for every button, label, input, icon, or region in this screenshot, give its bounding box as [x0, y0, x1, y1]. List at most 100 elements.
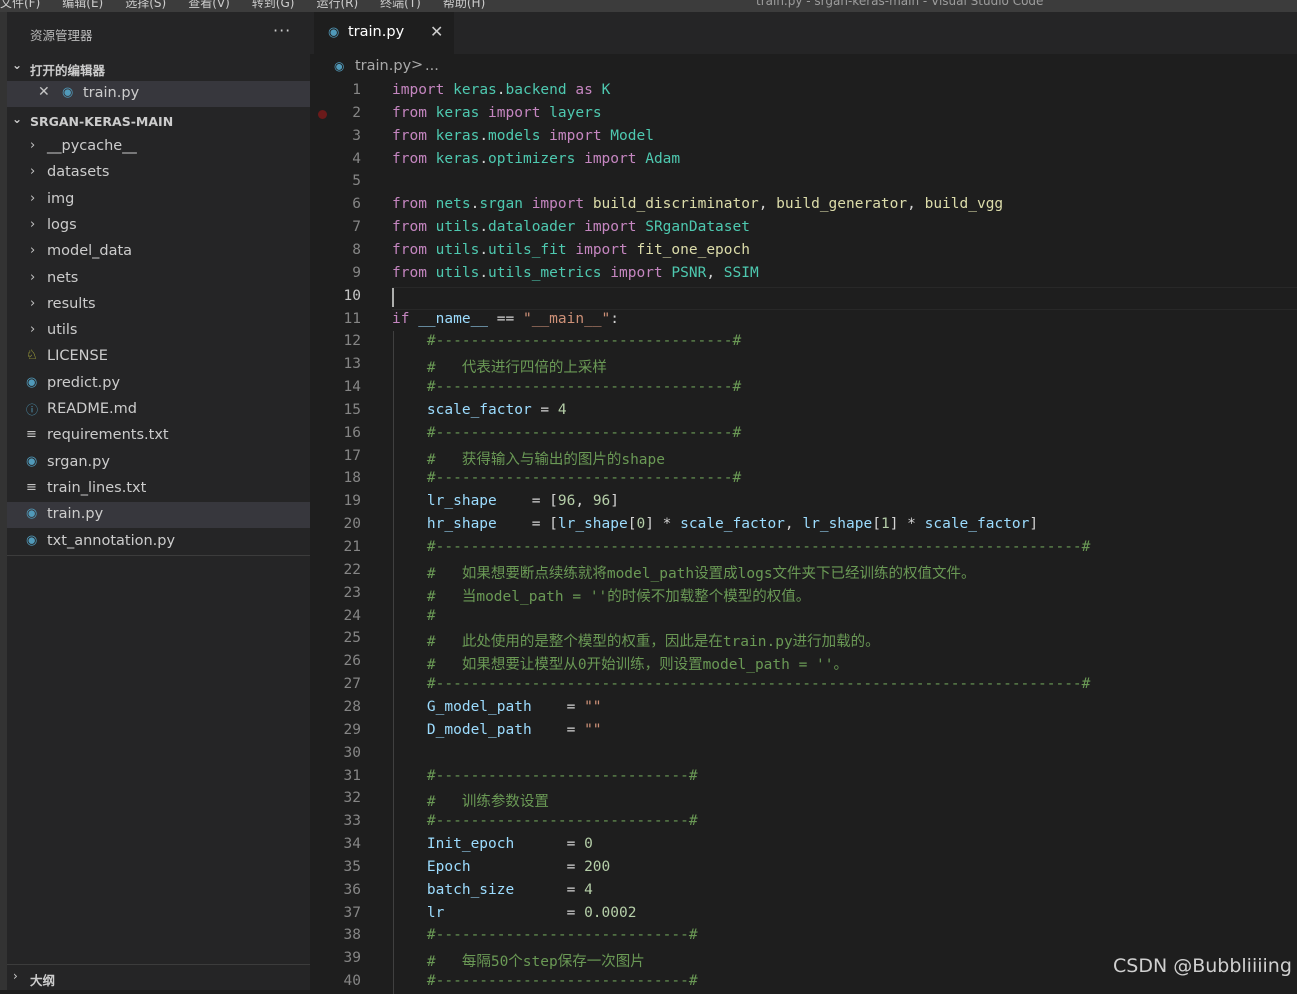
- file-item[interactable]: ≡ requirements.txt: [7, 423, 310, 449]
- code-line[interactable]: 8 from utils.utils_fit import fit_one_epo…: [310, 240, 1297, 263]
- code-line[interactable]: 7 from utils.dataloader import SRganDatas…: [310, 217, 1297, 240]
- line-number: 13: [343, 356, 361, 373]
- code-line[interactable]: 27 #------------------------------------…: [310, 674, 1297, 697]
- breadcrumb: ◉ train.py > ...: [310, 54, 1297, 80]
- line-number: 31: [343, 767, 361, 784]
- code-line[interactable]: 22 # 如果想要断点续练就将model_path设置成logs文件夹下已经训练…: [310, 560, 1297, 583]
- code-line[interactable]: 12 #----------------------------------#: [310, 331, 1297, 354]
- code-line[interactable]: 16 #----------------------------------#: [310, 423, 1297, 446]
- file-item[interactable]: ◉ predict.py: [7, 371, 310, 397]
- more-actions-icon[interactable]: ···: [273, 21, 291, 40]
- code-line[interactable]: 37 lr = 0.0002: [310, 903, 1297, 926]
- folder-item[interactable]: › model_data: [7, 239, 310, 265]
- line-text: G_model_path = "": [426, 698, 602, 715]
- close-tab-icon[interactable]: ✕: [430, 22, 443, 41]
- folder-item[interactable]: › results: [7, 292, 310, 318]
- folder-item[interactable]: › utils: [7, 318, 310, 344]
- code-line[interactable]: 11 if __name__ == "__main__":: [310, 309, 1297, 332]
- code-line[interactable]: 3 from keras.models import Model: [310, 126, 1297, 149]
- open-editor-item[interactable]: ✕ ◉ train.py: [7, 81, 310, 107]
- code-line[interactable]: 24 #: [310, 606, 1297, 629]
- menu-terminal[interactable]: 终端(T): [380, 0, 421, 10]
- code-line[interactable]: 32 # 训练参数设置: [310, 788, 1297, 811]
- menu-help[interactable]: 帮助(H): [443, 0, 485, 10]
- open-editors-section[interactable]: ⌄ 打开的编辑器: [7, 57, 310, 79]
- file-item[interactable]: ⓘ README.md: [7, 397, 310, 423]
- code-line[interactable]: 30: [310, 743, 1297, 766]
- tab-train-py[interactable]: ◉ train.py ✕: [314, 12, 454, 54]
- line-number: 38: [343, 927, 361, 944]
- line-number: 5: [352, 173, 361, 190]
- folder-item[interactable]: › __pycache__: [7, 134, 310, 160]
- menu-edit[interactable]: 编辑(E): [62, 0, 103, 10]
- line-text: import keras.backend as K: [392, 82, 611, 98]
- code-line[interactable]: 17 # 获得输入与输出的图片的shape: [310, 446, 1297, 469]
- explorer-header: 资源管理器 ···: [7, 21, 310, 46]
- code-line[interactable]: 5: [310, 171, 1297, 194]
- code-line[interactable]: 34 Init_epoch = 0: [310, 834, 1297, 857]
- line-text: lr = 0.0002: [426, 904, 637, 921]
- file-item[interactable]: ◉ train.py: [7, 502, 310, 529]
- menu-go[interactable]: 转到(G): [252, 0, 295, 10]
- title-bar: 文件(F) 编辑(E) 选择(S) 查看(V) 转到(G) 运行(R) 终端(T) 帮助(H)…: [0, 0, 1297, 12]
- code-line[interactable]: 18 #----------------------------------#: [310, 468, 1297, 491]
- code-line[interactable]: 19 lr_shape = [96, 96]: [310, 491, 1297, 514]
- close-icon[interactable]: ✕: [38, 84, 50, 100]
- folder-item[interactable]: › logs: [7, 213, 310, 239]
- chevron-right-icon: ›: [30, 216, 36, 232]
- file-item[interactable]: ♘ LICENSE: [7, 344, 310, 370]
- menu-file[interactable]: 文件(F): [0, 0, 40, 10]
- folder-label: results: [47, 295, 96, 312]
- code-line[interactable]: 10: [310, 286, 1297, 309]
- menu-run[interactable]: 运行(R): [316, 0, 358, 10]
- code-line[interactable]: 25 # 此处使用的是整个模型的权重，因此是在train.py进行加载的。: [310, 628, 1297, 651]
- code-line[interactable]: 6 from nets.srgan import build_discrimina…: [310, 194, 1297, 217]
- code-line[interactable]: 21 #------------------------------------…: [310, 537, 1297, 560]
- code-line[interactable]: 4 from keras.optimizers import Adam: [310, 149, 1297, 172]
- code-line[interactable]: 28 G_model_path = "": [310, 697, 1297, 720]
- line-text: Init_epoch = 0: [426, 836, 593, 853]
- code-line[interactable]: 9 from utils.utils_metrics import PSNR, S…: [310, 263, 1297, 286]
- code-line[interactable]: 15 scale_factor = 4: [310, 400, 1297, 423]
- menu-selection[interactable]: 选择(S): [125, 0, 166, 10]
- tree-divider: [7, 555, 310, 556]
- window-title: train.py - srgan-keras-main - Visual Stu…: [756, 0, 1044, 8]
- code-line[interactable]: 33 #-----------------------------#: [310, 811, 1297, 834]
- code-line[interactable]: 26 # 如果想要让模型从0开始训练，则设置model_path = ''。: [310, 651, 1297, 674]
- line-text: #----------------------------------#: [426, 424, 742, 441]
- code-line[interactable]: 29 D_model_path = "": [310, 720, 1297, 743]
- menu-view[interactable]: 查看(V): [188, 0, 230, 10]
- code-line[interactable]: 23 # 当model_path = ''的时候不加载整个模型的权值。: [310, 583, 1297, 606]
- code-line[interactable]: 38 #-----------------------------#: [310, 925, 1297, 948]
- breadcrumb-symbols[interactable]: ...: [425, 58, 439, 74]
- folder-item[interactable]: › datasets: [7, 160, 310, 186]
- file-label: predict.py: [47, 374, 121, 391]
- code-line[interactable]: 13 # 代表进行四倍的上采样: [310, 354, 1297, 377]
- breadcrumb-file[interactable]: train.py: [355, 58, 411, 74]
- python-icon: ◉: [26, 374, 38, 390]
- file-item[interactable]: ◉ srgan.py: [7, 450, 310, 476]
- folder-item[interactable]: › nets: [7, 266, 310, 292]
- line-text: #-----------------------------#: [426, 813, 698, 830]
- code-line[interactable]: 1 import keras.backend as K: [310, 80, 1297, 103]
- file-item[interactable]: ≡ train_lines.txt: [7, 476, 310, 502]
- line-number: 35: [343, 858, 361, 875]
- code-line[interactable]: 14 #----------------------------------#: [310, 377, 1297, 400]
- code-line[interactable]: 35 Epoch = 200: [310, 857, 1297, 880]
- workspace-section[interactable]: ⌄ SRGAN-KERAS-MAIN: [7, 111, 310, 133]
- folder-label: utils: [47, 322, 78, 339]
- line-text: # 代表进行四倍的上采样: [426, 360, 607, 377]
- code-line[interactable]: 36 batch_size = 4: [310, 880, 1297, 903]
- line-number: 17: [343, 447, 361, 464]
- code-line[interactable]: 2 from keras import layers: [310, 103, 1297, 126]
- python-icon: ◉: [26, 532, 38, 548]
- line-number: 27: [343, 676, 361, 693]
- line-text: # 如果想要断点续练就将model_path设置成logs文件夹下已经训练的权值…: [426, 565, 976, 582]
- outline-section[interactable]: › 大纲: [7, 964, 310, 991]
- code-line[interactable]: 20 hr_shape = [lr_shape[0] * scale_facto…: [310, 514, 1297, 537]
- line-number: 2: [352, 104, 361, 121]
- file-item[interactable]: ◉ txt_annotation.py: [7, 529, 310, 555]
- code-line[interactable]: 31 #-----------------------------#: [310, 766, 1297, 789]
- folder-item[interactable]: › img: [7, 187, 310, 213]
- line-number: 9: [352, 264, 361, 281]
